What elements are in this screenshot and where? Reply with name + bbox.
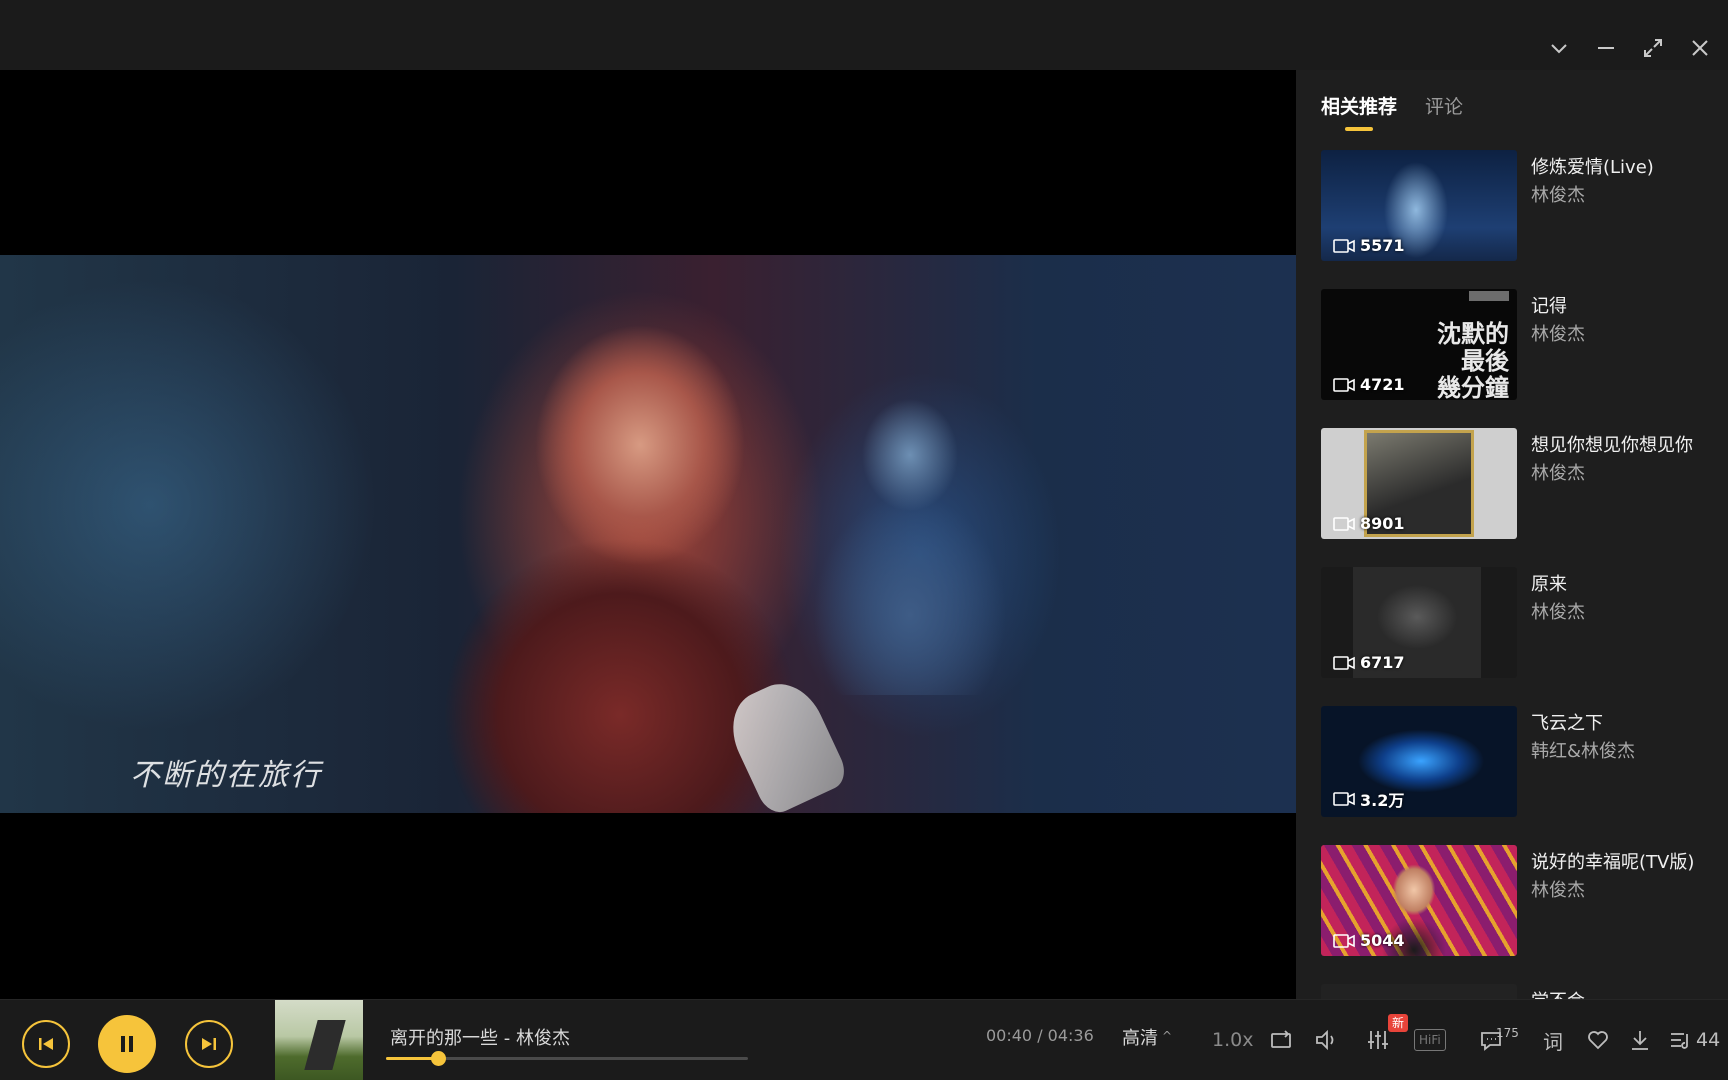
video-artist[interactable]: 林俊杰 — [1531, 877, 1711, 905]
video-frame: 不断的在旅行 — [0, 255, 1296, 819]
video-artist[interactable]: 林俊杰 — [1531, 460, 1711, 488]
list-item[interactable]: 学不会 — [1321, 984, 1711, 999]
view-count: 8901 — [1333, 514, 1405, 533]
skip-previous-icon — [39, 1038, 53, 1050]
video-title: 修炼爱情(Live) 林俊杰 — [1531, 154, 1711, 210]
comment-count: 175 — [1496, 1026, 1519, 1040]
playlist-icon — [1671, 1033, 1688, 1049]
video-player[interactable]: 不断的在旅行 — [0, 70, 1296, 999]
title-bar — [0, 0, 1728, 70]
playlist-button[interactable]: 44 — [1668, 1024, 1720, 1056]
playback-bar: 离开的那一些 - 林俊杰 00:40 / 04:36 高清 ^ 1.0x 新 Hi… — [0, 999, 1728, 1080]
video-artist[interactable]: 韩红&林俊杰 — [1531, 738, 1711, 766]
video-thumbnail: 沈默的 最後 幾分鐘 4721 — [1321, 289, 1517, 400]
progress-bar[interactable] — [386, 1051, 748, 1066]
video-artist[interactable]: 林俊杰 — [1531, 321, 1711, 349]
hifi-button[interactable]: HiFi — [1414, 1024, 1446, 1056]
tab-related[interactable]: 相关推荐 — [1321, 92, 1397, 131]
video-title: 说好的幸福呢(TV版) 林俊杰 — [1531, 849, 1711, 905]
new-badge: 新 — [1388, 1014, 1408, 1032]
video-thumbnail — [1321, 984, 1517, 999]
video-icon — [1333, 377, 1355, 392]
loop-mode-button[interactable] — [1268, 1024, 1294, 1056]
progress-handle[interactable] — [431, 1051, 447, 1066]
video-title: 飞云之下 韩红&林俊杰 — [1531, 710, 1711, 766]
video-title: 记得 林俊杰 — [1531, 293, 1711, 349]
mv-player-window: 不断的在旅行 相关推荐 评论 5571 修炼爱情(Live) 林俊杰 沈默的 最… — [0, 0, 1728, 1080]
list-item[interactable]: 5571 修炼爱情(Live) 林俊杰 — [1321, 150, 1711, 289]
download-icon — [1632, 1031, 1648, 1050]
now-playing-title[interactable]: 离开的那一些 - 林俊杰 — [390, 1024, 570, 1050]
list-item[interactable]: 沈默的 最後 幾分鐘 4721 记得 林俊杰 — [1321, 289, 1711, 428]
video-lyric-overlay: 不断的在旅行 — [130, 758, 322, 793]
video-icon — [1333, 516, 1355, 531]
video-icon — [1333, 238, 1355, 253]
chevron-down-icon — [1551, 44, 1567, 54]
speed-button[interactable]: 1.0x — [1212, 1024, 1253, 1056]
video-title: 原来 林俊杰 — [1531, 571, 1711, 627]
heart-icon — [1588, 1031, 1608, 1050]
video-thumbnail: 6717 — [1321, 567, 1517, 678]
thumbnail-tag — [1469, 291, 1509, 301]
video-thumbnail: 3.2万 — [1321, 706, 1517, 817]
album-cover[interactable] — [275, 1000, 363, 1080]
pause-icon — [121, 1036, 133, 1052]
video-title: 学不会 — [1531, 988, 1711, 999]
view-count: 5571 — [1333, 236, 1405, 255]
video-icon — [1333, 792, 1355, 806]
sidebar: 相关推荐 评论 5571 修炼爱情(Live) 林俊杰 沈默的 最後 幾分鐘 4… — [1296, 70, 1728, 999]
download-button[interactable] — [1627, 1024, 1653, 1056]
view-count: 4721 — [1333, 375, 1405, 394]
playback-time: 00:40 / 04:36 — [986, 1026, 1094, 1045]
view-count: 6717 — [1333, 653, 1405, 672]
album-art-figure — [304, 1020, 346, 1070]
video-icon — [1333, 933, 1355, 948]
volume-icon — [1316, 1029, 1334, 1051]
list-item[interactable]: 6717 原来 林俊杰 — [1321, 567, 1711, 706]
close-icon — [1692, 40, 1708, 56]
minimize-icon — [1598, 47, 1614, 49]
minimize-button[interactable] — [1588, 30, 1624, 66]
sidebar-tabs: 相关推荐 评论 — [1321, 92, 1463, 131]
skip-next-icon — [202, 1038, 216, 1050]
playlist-count: 44 — [1696, 1029, 1721, 1051]
list-item[interactable]: 8901 想见你想见你想见你 林俊杰 — [1321, 428, 1711, 567]
video-title: 想见你想见你想见你 林俊杰 — [1531, 432, 1711, 488]
lyrics-button[interactable]: 词 — [1543, 1024, 1563, 1056]
repeat-icon — [1271, 1030, 1291, 1048]
favorite-button[interactable] — [1585, 1024, 1611, 1056]
collapse-button[interactable] — [1541, 30, 1577, 66]
fullscreen-button[interactable] — [1635, 30, 1671, 66]
video-thumbnail: 5044 — [1321, 845, 1517, 956]
close-button[interactable] — [1682, 30, 1718, 66]
chevron-up-icon: ^ — [1162, 1029, 1173, 1043]
list-item[interactable]: 3.2万 飞云之下 韩红&林俊杰 — [1321, 706, 1711, 845]
pause-button[interactable] — [98, 1015, 156, 1073]
video-thumbnail: 8901 — [1321, 428, 1517, 539]
equalizer-icon — [1368, 1031, 1388, 1049]
quality-selector[interactable]: 高清 ^ — [1122, 1024, 1172, 1050]
view-count: 5044 — [1333, 931, 1405, 950]
hifi-label: HiFi — [1414, 1029, 1446, 1051]
video-thumbnail: 5571 — [1321, 150, 1517, 261]
lyrics-label: 词 — [1543, 1029, 1563, 1054]
expand-icon — [1644, 39, 1662, 57]
next-button[interactable] — [185, 1020, 233, 1068]
thumbnail-text: 沈默的 最後 幾分鐘 — [1437, 320, 1509, 401]
volume-button[interactable] — [1313, 1024, 1339, 1056]
previous-button[interactable] — [22, 1020, 70, 1068]
view-count: 3.2万 — [1333, 787, 1404, 811]
related-video-list: 5571 修炼爱情(Live) 林俊杰 沈默的 最後 幾分鐘 4721 记得 林… — [1321, 150, 1711, 999]
video-artist[interactable]: 林俊杰 — [1531, 599, 1711, 627]
list-item[interactable]: 5044 说好的幸福呢(TV版) 林俊杰 — [1321, 845, 1711, 984]
tab-comments[interactable]: 评论 — [1425, 92, 1463, 131]
video-icon — [1333, 655, 1355, 670]
video-artist[interactable]: 林俊杰 — [1531, 182, 1711, 210]
